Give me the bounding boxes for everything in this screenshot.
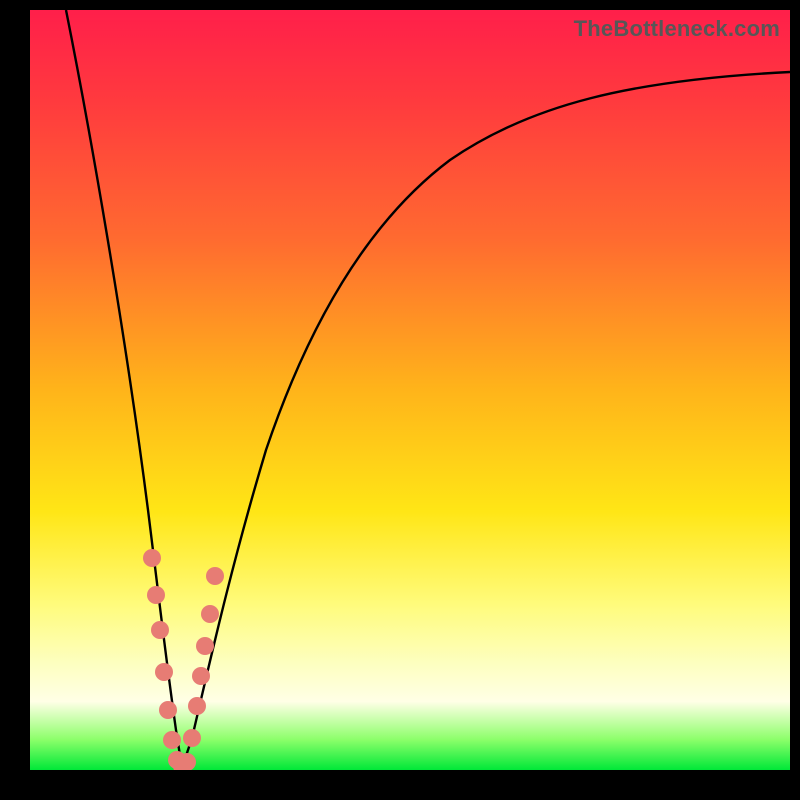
marker-dots — [143, 549, 224, 770]
bottleneck-curve-svg — [30, 10, 790, 770]
plot-area: TheBottleneck.com — [30, 10, 790, 770]
chart-frame: TheBottleneck.com — [0, 0, 800, 800]
curve-left-branch — [66, 10, 182, 768]
curve-right-branch — [182, 72, 790, 768]
